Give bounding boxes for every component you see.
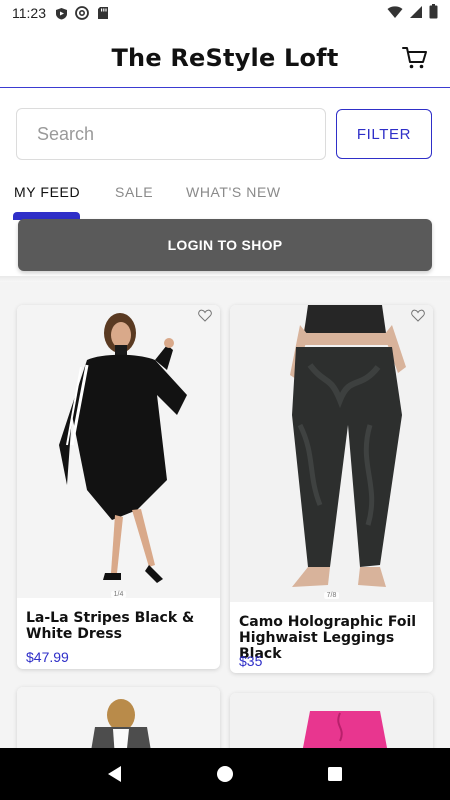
at-sign-icon: [75, 6, 89, 20]
app-title: The ReStyle Loft: [111, 43, 339, 72]
product-grid: 1/4 La-La Stripes Black & White Dress $4…: [0, 282, 450, 748]
cart-icon: [402, 47, 427, 69]
recents-square-icon: [328, 767, 342, 781]
product-name: Camo Holographic Foil Highwaist Leggings…: [239, 614, 417, 662]
tab-sale[interactable]: SALE: [115, 176, 153, 200]
status-time: 11:23: [12, 5, 46, 21]
product-image: [230, 693, 433, 748]
product-card[interactable]: [230, 693, 433, 748]
tab-whats-new[interactable]: WHAT'S NEW: [186, 176, 281, 200]
home-circle-icon: [217, 766, 233, 782]
product-image: [17, 305, 220, 598]
product-price: $35: [239, 653, 263, 669]
product-name: La-La Stripes Black & White Dress: [26, 610, 195, 642]
battery-icon: [429, 4, 438, 22]
image-counter: 7/8: [323, 592, 340, 599]
cart-button[interactable]: [400, 43, 430, 73]
wifi-icon: [387, 5, 403, 22]
product-image: [17, 687, 220, 748]
tab-my-feed[interactable]: MY FEED: [14, 176, 80, 200]
product-price: $47.99: [26, 649, 69, 665]
login-to-shop-button[interactable]: LOGIN TO SHOP: [18, 219, 432, 271]
back-triangle-icon: [108, 766, 121, 782]
filter-button[interactable]: FILTER: [336, 109, 432, 159]
image-counter: 1/4: [110, 591, 127, 598]
product-image: [230, 305, 433, 602]
home-button[interactable]: [213, 762, 237, 786]
system-nav-bar: [0, 748, 450, 800]
cell-signal-icon: [409, 5, 423, 22]
favorite-heart-icon[interactable]: [198, 309, 214, 325]
search-row: FILTER: [16, 108, 434, 160]
shield-icon: [54, 6, 68, 20]
sd-card-icon: [96, 6, 110, 20]
recents-button[interactable]: [323, 762, 347, 786]
favorite-heart-icon[interactable]: [411, 309, 427, 325]
back-button[interactable]: [103, 762, 127, 786]
app-header: The ReStyle Loft: [0, 28, 450, 88]
product-card[interactable]: 1/4 La-La Stripes Black & White Dress $4…: [17, 305, 220, 669]
product-card[interactable]: 7/8 Camo Holographic Foil Highwaist Legg…: [230, 305, 433, 673]
status-bar: 11:23: [0, 0, 450, 26]
search-input[interactable]: [16, 108, 326, 160]
feed-tabs: MY FEED SALE WHAT'S NEW: [0, 176, 450, 220]
product-card[interactable]: [17, 687, 220, 748]
